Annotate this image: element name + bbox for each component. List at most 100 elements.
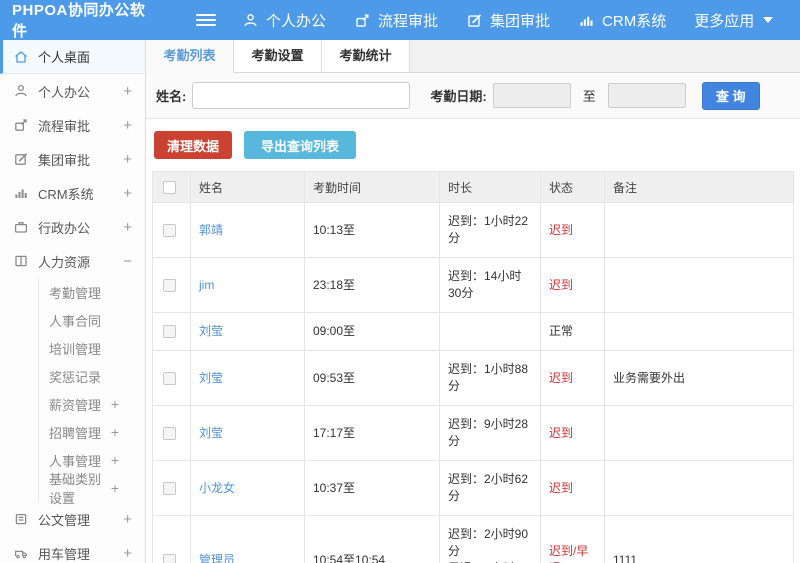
note <box>604 202 794 258</box>
note <box>604 312 794 351</box>
sidebar-item-workflow-approval[interactable]: 流程审批 + <box>0 108 145 142</box>
column-header-status: 状态 <box>540 171 605 203</box>
employee-name-link[interactable]: 刘莹 <box>199 324 223 338</box>
duration: 迟到：2小时62分 <box>439 460 541 516</box>
row-checkbox[interactable] <box>163 426 176 440</box>
expand-toggle[interactable]: + <box>123 83 132 100</box>
tab-attendance-statistics[interactable]: 考勤统计 <box>322 40 410 72</box>
sidebar-item-personal-desktop[interactable]: 个人桌面 <box>0 40 145 74</box>
table-row: 刘莹 17:17至 迟到：9小时28分 迟到 <box>152 405 794 461</box>
sidebar-item-document-management[interactable]: 公文管理 + <box>0 502 145 536</box>
select-all-checkbox[interactable] <box>163 181 176 195</box>
edit-icon <box>13 151 29 167</box>
status-badge: 迟到 <box>540 405 605 461</box>
sidebar-item-label: 个人桌面 <box>38 50 91 65</box>
tab-attendance-list[interactable]: 考勤列表 <box>146 40 234 73</box>
name-label: 姓名: <box>156 89 187 104</box>
table-row: 郭靖 10:13至 迟到：1小时22分 迟到 <box>152 202 794 258</box>
expand-toggle[interactable]: − <box>123 253 132 270</box>
sidebar-item-vehicle-management[interactable]: 用车管理 + <box>0 536 145 563</box>
topnav-label: 更多应用 <box>694 12 755 30</box>
expand-toggle[interactable]: + <box>111 424 119 440</box>
date-to-input[interactable] <box>607 83 686 108</box>
sidebar: 个人桌面 个人办公 + 流程审批 + 集团审批 + CRM系统 + 行政办公 + <box>0 40 146 563</box>
sidebar-item-admin-office[interactable]: 行政办公 + <box>0 210 145 244</box>
expand-toggle[interactable]: + <box>123 117 132 134</box>
submenu-item-recruitment-management[interactable]: 招聘管理 + <box>39 418 145 446</box>
expand-toggle[interactable]: + <box>111 396 119 412</box>
status-badge: 正常 <box>540 312 605 351</box>
expand-toggle[interactable]: + <box>123 151 132 168</box>
topnav-item-more-apps[interactable]: 更多应用 <box>694 10 774 31</box>
status-badge: 迟到/早退 <box>540 515 605 563</box>
topnav-item-workflow-approval[interactable]: 流程审批 <box>354 10 438 31</box>
topnav-label: 流程审批 <box>378 12 439 30</box>
duration: 迟到：1小时88分 <box>439 350 541 406</box>
sidebar-item-label: CRM系统 <box>38 186 94 202</box>
name-input[interactable] <box>192 82 411 109</box>
to-label: 至 <box>582 89 596 104</box>
submenu-item-salary-management[interactable]: 薪资管理 + <box>39 390 145 418</box>
sidebar-item-crm[interactable]: CRM系统 + <box>0 176 145 210</box>
employee-name-link[interactable]: jim <box>199 278 214 292</box>
book-icon <box>13 253 29 269</box>
row-checkbox[interactable] <box>163 481 176 495</box>
column-header-duration: 时长 <box>439 171 541 203</box>
row-checkbox[interactable] <box>163 371 176 385</box>
bar-chart-icon <box>578 12 595 29</box>
topnav-item-group-approval[interactable]: 集团审批 <box>466 10 550 31</box>
search-button[interactable]: 查 询 <box>701 81 760 110</box>
status-badge: 迟到 <box>540 460 605 516</box>
expand-toggle[interactable]: + <box>123 185 132 202</box>
column-header-name: 姓名 <box>190 171 305 203</box>
row-checkbox[interactable] <box>163 223 176 237</box>
note <box>604 460 794 516</box>
hamburger-menu-icon[interactable] <box>196 11 216 29</box>
note: 1111 <box>604 515 794 563</box>
export-list-button[interactable]: 导出查询列表 <box>244 131 357 159</box>
employee-name-link[interactable]: 小龙女 <box>199 481 235 495</box>
sidebar-item-personal-office[interactable]: 个人办公 + <box>0 74 145 108</box>
briefcase-icon <box>13 219 29 235</box>
submenu-item-label: 考勤管理 <box>49 285 102 301</box>
clean-data-button[interactable]: 清理数据 <box>154 131 233 159</box>
submenu-item-training-management[interactable]: 培训管理 <box>39 334 145 362</box>
sidebar-item-human-resources[interactable]: 人力资源 − <box>0 244 145 278</box>
submenu-item-label: 奖惩记录 <box>49 369 102 385</box>
submenu-item-attendance-management[interactable]: 考勤管理 <box>39 278 145 306</box>
submenu-item-label: 招聘管理 <box>49 425 102 441</box>
employee-name-link[interactable]: 刘莹 <box>199 371 223 385</box>
submenu-item-reward-punishment[interactable]: 奖惩记录 <box>39 362 145 390</box>
status-badge: 迟到 <box>540 350 605 406</box>
expand-toggle[interactable]: + <box>111 452 119 468</box>
row-checkbox[interactable] <box>163 278 176 292</box>
sidebar-item-group-approval[interactable]: 集团审批 + <box>0 142 145 176</box>
submenu-item-label: 培训管理 <box>49 341 102 357</box>
row-checkbox[interactable] <box>163 553 176 563</box>
topnav-item-personal-office[interactable]: 个人办公 <box>242 10 326 31</box>
expand-toggle[interactable]: + <box>123 511 132 528</box>
sidebar-item-label: 人力资源 <box>38 254 91 270</box>
duration: 迟到：9小时28分 <box>439 405 541 461</box>
sidebar-item-label: 个人办公 <box>38 84 91 100</box>
attendance-table: 姓名 考勤时间 时长 状态 备注 郭靖 10:13至 迟到：1小时22分 迟到 <box>152 171 794 563</box>
submenu-item-base-category-settings[interactable]: 基础类别设置 + <box>39 472 145 506</box>
expand-toggle[interactable]: + <box>111 480 119 496</box>
home-icon <box>13 49 29 65</box>
top-navigation-bar: PHPOA协同办公软件 个人办公 流程审批 集团审批 CRM系统 更多应用 <box>0 0 800 40</box>
attendance-time: 09:53至 <box>304 350 440 406</box>
attendance-time: 17:17至 <box>304 405 440 461</box>
expand-toggle[interactable]: + <box>123 545 132 562</box>
expand-toggle[interactable]: + <box>123 219 132 236</box>
employee-name-link[interactable]: 管理员 <box>199 553 235 563</box>
employee-name-link[interactable]: 刘莹 <box>199 426 223 440</box>
row-checkbox[interactable] <box>163 325 176 339</box>
date-from-input[interactable] <box>492 83 571 108</box>
attendance-time: 09:00至 <box>304 312 440 351</box>
topnav-item-crm[interactable]: CRM系统 <box>578 10 666 31</box>
table-row: 刘莹 09:53至 迟到：1小时88分 迟到 业务需要外出 <box>152 350 794 406</box>
employee-name-link[interactable]: 郭靖 <box>199 223 223 237</box>
submenu-item-personnel-contract[interactable]: 人事合同 <box>39 306 145 334</box>
column-header-time: 考勤时间 <box>304 171 440 203</box>
tab-attendance-settings[interactable]: 考勤设置 <box>234 40 322 72</box>
